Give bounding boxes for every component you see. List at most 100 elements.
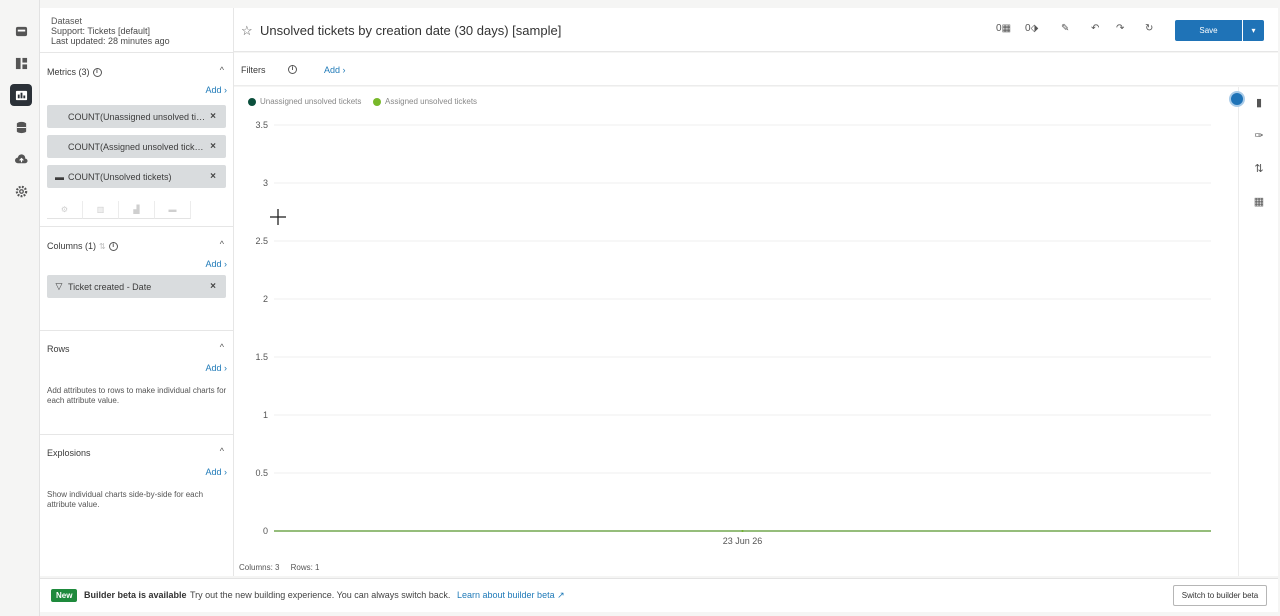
metric-tools: ⚙ ▥ ▟ ▬ [47, 201, 191, 219]
chart-area: Unassigned unsolved tickets Assigned uns… [234, 87, 1238, 576]
explosions-help-text: Show individual charts side-by-side for … [47, 490, 204, 509]
settings-tool-icon[interactable]: ⚙ [47, 201, 83, 219]
tag-count[interactable]: 0⬗ [1025, 23, 1038, 34]
tag-icon: ⬗ [1030, 23, 1039, 34]
rail-dashboards-button[interactable] [10, 52, 32, 74]
learn-more-link[interactable]: Learn about builder beta ↗ [457, 590, 565, 601]
rows-count: Rows: 1 [290, 563, 320, 572]
columns-count: Columns: 3 [239, 563, 280, 572]
metrics-section: Metrics (3) i ^ Add › COUNT(Unassigned u… [40, 52, 234, 226]
metrics-title-text: Metrics (3) [47, 67, 90, 77]
add-row-button[interactable]: Add › [205, 363, 227, 373]
calculator-icon[interactable]: ▦ [1252, 194, 1266, 208]
visualization-indicator [1229, 91, 1245, 107]
data-point [741, 530, 744, 532]
comment-icon: ▬ [55, 171, 64, 182]
filters-bar: Filters i Add › [234, 53, 1278, 86]
remove-metric-icon[interactable]: × [210, 111, 216, 122]
undo-icon[interactable]: ↶ [1091, 23, 1099, 34]
metric-label: COUNT(Assigned unsolved tickets) [68, 141, 208, 152]
remove-metric-icon[interactable]: × [210, 171, 216, 182]
add-filter-button[interactable]: Add › [324, 65, 346, 75]
report-icon [15, 90, 27, 100]
right-toolbar: ▮ ✑ ⇅ ▦ [1229, 87, 1278, 576]
explosions-section: Explosions ^ Add › Show individual chart… [40, 434, 234, 538]
rail-datasets-button[interactable] [10, 116, 32, 138]
left-rail [0, 0, 40, 616]
rail-gallery-button[interactable] [10, 20, 32, 42]
columns-tool-icon[interactable]: ▥ [83, 201, 119, 219]
filter-icon: ▽ [55, 281, 63, 291]
rail-cloud-button[interactable] [10, 148, 32, 170]
database-icon [16, 121, 26, 133]
dataset-label: Dataset [51, 16, 83, 26]
grid-icon: ▦ [1001, 23, 1012, 34]
rail-settings-button[interactable] [10, 180, 32, 202]
save-button[interactable]: Save [1175, 20, 1242, 41]
y-tick-label: 3.5 [255, 120, 268, 130]
sort-icon[interactable]: ⇅ [1252, 161, 1266, 175]
comment-tool-icon[interactable]: ▬ [155, 201, 191, 219]
columns-title-text: Columns (1) [47, 241, 97, 251]
metric-label: COUNT(Unsolved tickets) [68, 171, 172, 182]
dataset-updated: Last updated: 28 minutes ago [51, 36, 170, 46]
add-explosion-button[interactable]: Add › [205, 467, 227, 477]
info-icon[interactable]: i [92, 67, 102, 77]
banner-text: Try out the new building experience. You… [190, 590, 451, 600]
report-header: ☆ Unsolved tickets by creation date (30 … [234, 8, 1278, 52]
collapse-caret-icon[interactable]: ^ [220, 65, 224, 75]
edit-icon[interactable]: ✎ [1061, 23, 1069, 34]
metric-pill[interactable]: ▬ COUNT(Unsolved tickets) × [47, 165, 226, 188]
metrics-title: Metrics (3) i [47, 67, 102, 77]
page-title[interactable]: Unsolved tickets by creation date (30 da… [260, 23, 561, 38]
layout-count[interactable]: 0▦ [996, 23, 1011, 34]
metric-label: COUNT(Unassigned unsolved tickets) [68, 111, 208, 122]
chart-tool-icon[interactable]: ▟ [119, 201, 155, 219]
gear-icon [15, 185, 27, 197]
collapse-caret-icon[interactable]: ^ [220, 239, 224, 249]
add-metric-button[interactable]: Add › [205, 85, 227, 95]
swap-icon[interactable]: ⇅ [99, 242, 106, 251]
save-options-chevron-down-icon[interactable]: ▾ [1243, 20, 1264, 41]
result-info: Columns: 3 Rows: 1 [239, 563, 320, 572]
column-label: Ticket created - Date [68, 281, 152, 292]
config-panel: Dataset Support: Tickets [default] Last … [40, 8, 234, 576]
rail-reports-button[interactable] [10, 84, 32, 106]
info-icon[interactable]: i [108, 241, 118, 251]
dataset-name[interactable]: Support: Tickets [default] [51, 26, 170, 36]
collapse-caret-icon[interactable]: ^ [220, 446, 224, 456]
metric-pill[interactable]: COUNT(Unassigned unsolved tickets) × [47, 105, 226, 128]
columns-title: Columns (1) ⇅ i [47, 241, 118, 251]
rows-section: Rows ^ Add › Add attributes to rows to m… [40, 330, 234, 434]
info-icon[interactable]: i [288, 65, 297, 74]
refresh-icon[interactable]: ↻ [1145, 23, 1153, 34]
bar-chart-icon[interactable]: ▮ [1252, 95, 1266, 109]
explosions-title: Explosions [47, 448, 91, 458]
y-tick-label: 0 [263, 526, 268, 536]
filters-label: Filters [241, 65, 266, 75]
line-chart[interactable]: 0 0.5 1 1.5 2 2.5 3 3.5 23 Jun 26 [234, 87, 1238, 576]
x-tick-label: 23 Jun 26 [723, 536, 763, 546]
metric-pill[interactable]: COUNT(Assigned unsolved tickets) × [47, 135, 226, 158]
collapse-caret-icon[interactable]: ^ [220, 342, 224, 352]
star-icon[interactable]: ☆ [241, 23, 253, 39]
add-column-button[interactable]: Add › [205, 259, 227, 269]
remove-column-icon[interactable]: × [210, 281, 216, 292]
y-tick-label: 1 [263, 410, 268, 420]
banner-title: Builder beta is available [84, 590, 187, 600]
brush-icon[interactable]: ✑ [1252, 128, 1266, 142]
gallery-icon [15, 26, 27, 36]
y-tick-label: 1.5 [255, 352, 268, 362]
dataset-info: Dataset Support: Tickets [default] Last … [51, 16, 170, 46]
y-tick-label: 3 [263, 178, 268, 188]
remove-metric-icon[interactable]: × [210, 141, 216, 152]
switch-builder-button[interactable]: Switch to builder beta [1173, 585, 1267, 606]
beta-banner: New Builder beta is available Try out th… [40, 578, 1278, 612]
y-tick-label: 2 [263, 294, 268, 304]
dashboard-icon [15, 57, 27, 69]
rows-help-text: Add attributes to rows to make individua… [47, 386, 227, 405]
redo-icon[interactable]: ↷ [1116, 23, 1124, 34]
y-tick-label: 0.5 [255, 468, 268, 478]
rows-title: Rows [47, 344, 70, 354]
column-pill[interactable]: ▽ Ticket created - Date × [47, 275, 226, 298]
